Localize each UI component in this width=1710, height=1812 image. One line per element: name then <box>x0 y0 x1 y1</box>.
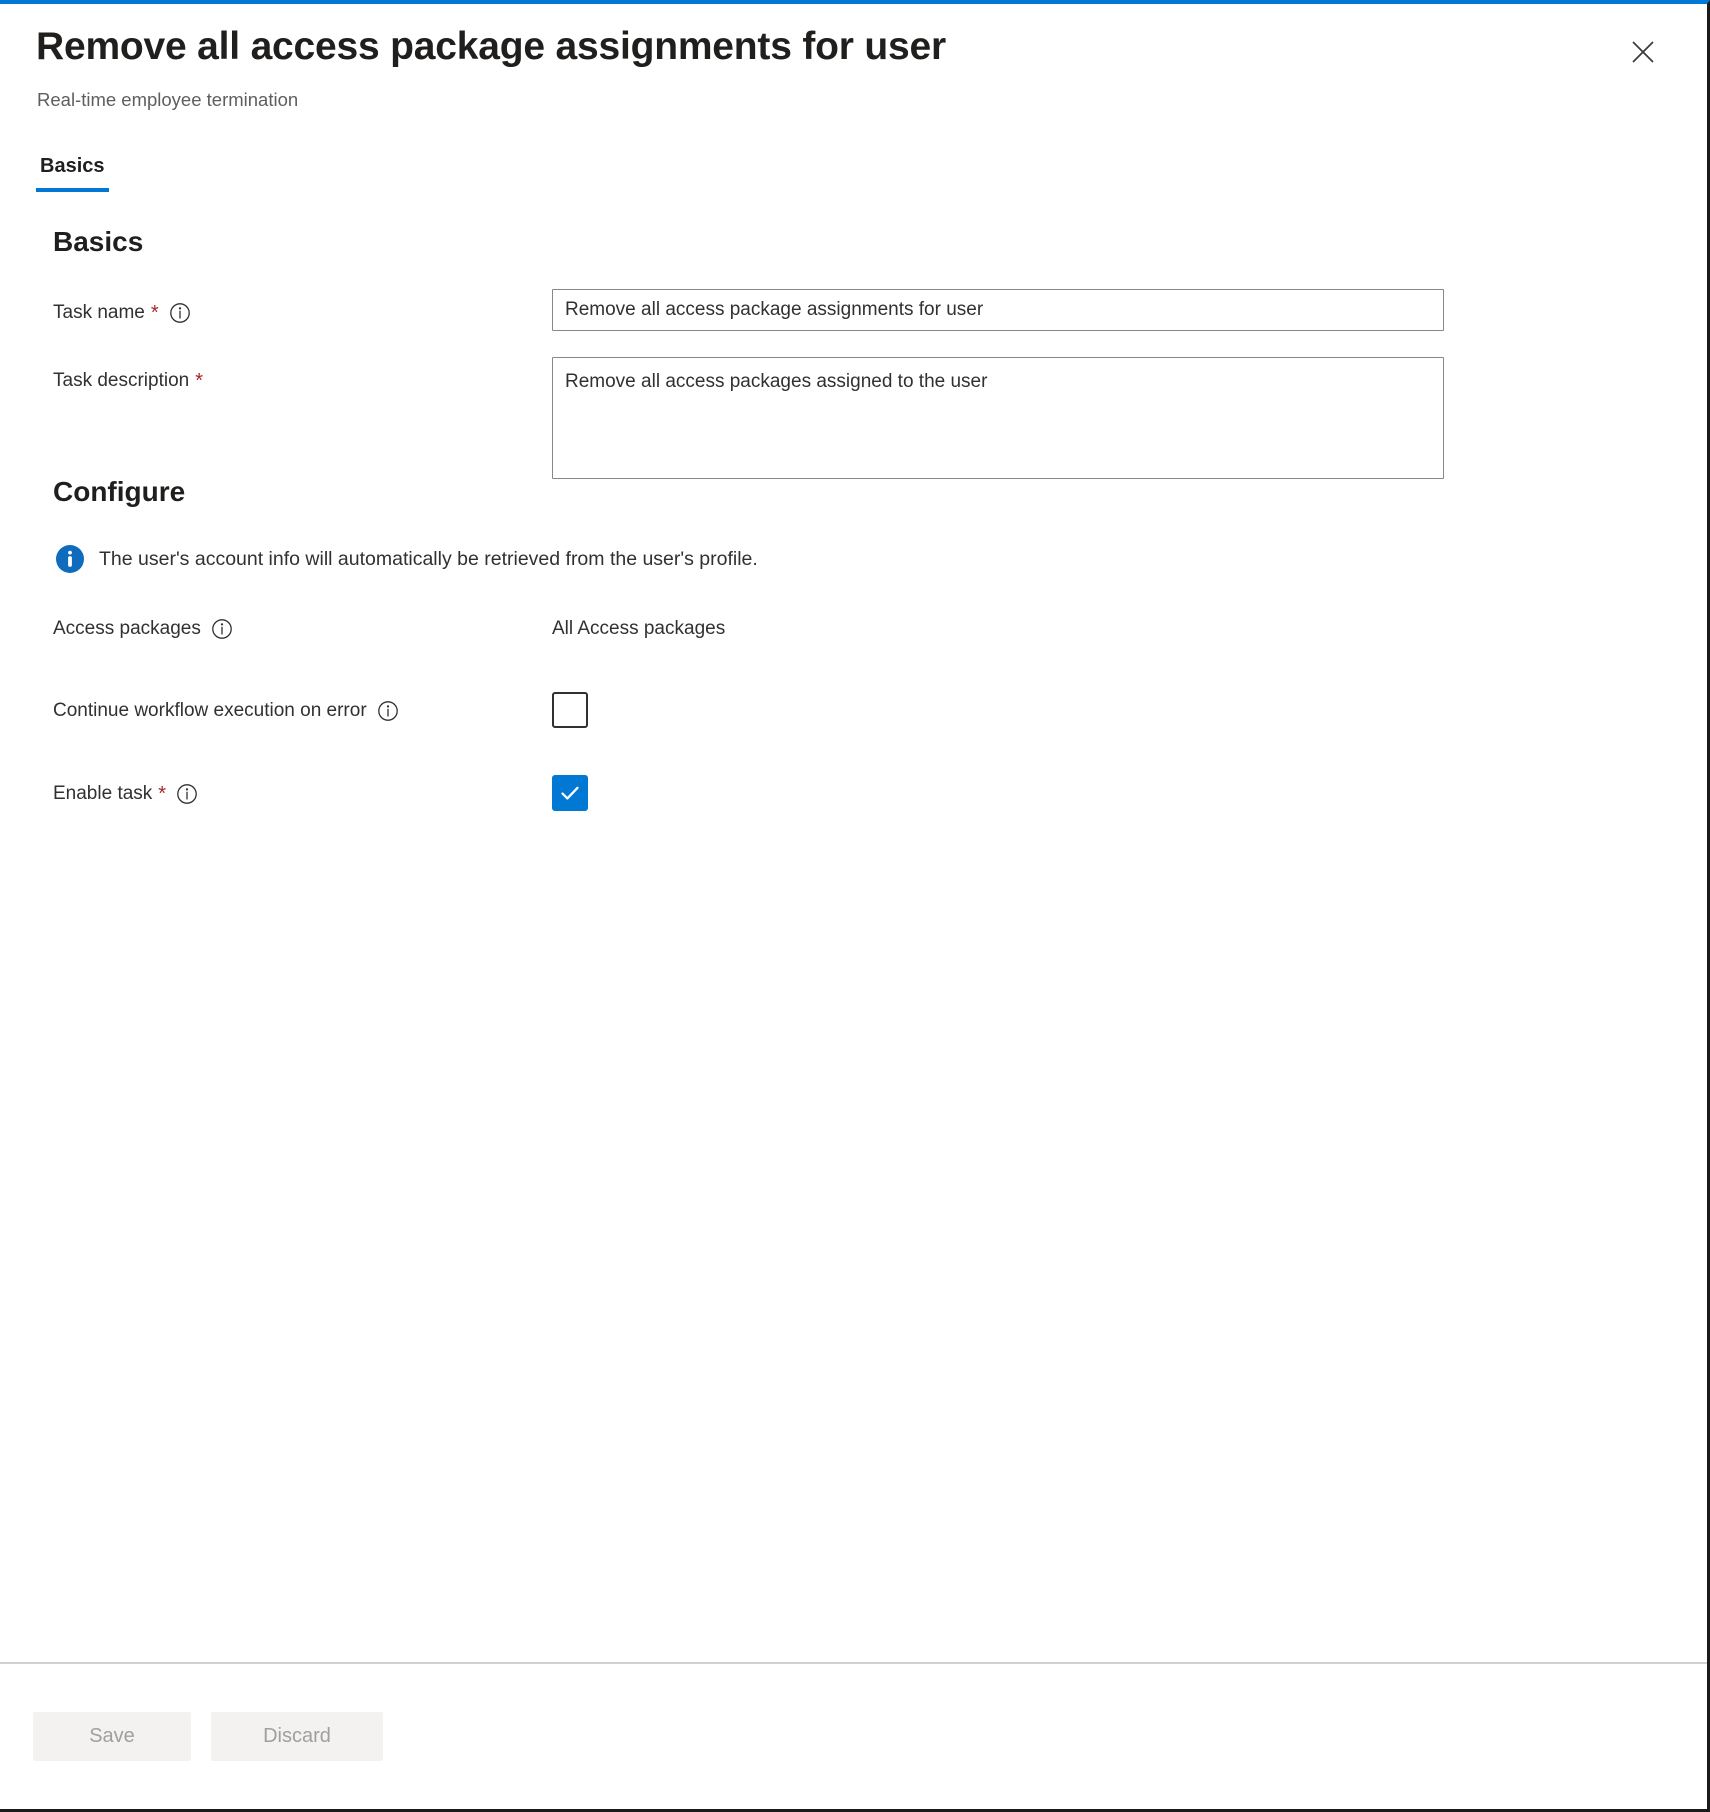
required-indicator: * <box>195 370 204 392</box>
field-task-description <box>552 357 1444 484</box>
close-icon <box>1630 39 1656 65</box>
blade-footer: Save Discard <box>0 1662 1707 1809</box>
field-row-continue-on-error: Continue workflow execution on error <box>53 698 399 724</box>
close-button[interactable] <box>1619 28 1667 76</box>
blade-panel: Remove all access package assignments fo… <box>0 0 1710 1812</box>
access-packages-label: Access packages <box>53 616 233 642</box>
info-circle-icon[interactable] <box>176 783 198 805</box>
access-packages-label-text: Access packages <box>53 618 201 639</box>
info-banner-text: The user's account info will automatical… <box>99 548 758 570</box>
blade-content: Basics Task name * Task descript <box>0 216 1707 1661</box>
continue-on-error-label-text: Continue workflow execution on error <box>53 700 367 721</box>
continue-on-error-checkbox[interactable] <box>552 692 588 728</box>
section-heading-basics: Basics <box>53 226 144 257</box>
task-name-label-text: Task name <box>53 302 145 323</box>
task-name-input[interactable] <box>552 289 1444 331</box>
field-row-task-description: Task description * <box>53 368 203 394</box>
discard-button[interactable]: Discard <box>211 1712 383 1761</box>
save-button[interactable]: Save <box>33 1712 191 1761</box>
checkmark-icon <box>558 781 582 805</box>
info-circle-icon[interactable] <box>169 302 191 324</box>
field-row-task-name: Task name * <box>53 300 191 326</box>
field-row-enable-task: Enable task * <box>53 781 198 807</box>
field-task-name <box>552 289 1444 331</box>
field-row-access-packages: Access packages <box>53 616 233 642</box>
enable-task-checkbox[interactable] <box>552 775 588 811</box>
footer-button-group: Save Discard <box>33 1712 383 1761</box>
page-title: Remove all access package assignments fo… <box>36 25 946 68</box>
info-filled-icon <box>55 544 85 574</box>
enable-task-label: Enable task * <box>53 781 198 807</box>
required-indicator: * <box>150 302 159 324</box>
info-banner: The user's account info will automatical… <box>55 544 758 574</box>
task-description-label-text: Task description <box>53 370 190 391</box>
continue-on-error-label: Continue workflow execution on error <box>53 698 399 724</box>
required-indicator: * <box>158 783 167 805</box>
page-subtitle: Real-time employee termination <box>37 89 299 110</box>
info-circle-icon[interactable] <box>211 618 233 640</box>
task-description-label: Task description * <box>53 368 203 394</box>
tab-basics[interactable]: Basics <box>36 152 109 192</box>
blade-header: Remove all access package assignments fo… <box>0 4 1707 144</box>
info-circle-icon[interactable] <box>377 700 399 722</box>
access-packages-value: All Access packages <box>552 618 726 639</box>
task-description-textarea[interactable] <box>552 357 1444 479</box>
section-heading-configure: Configure <box>53 476 186 507</box>
enable-task-label-text: Enable task <box>53 783 153 804</box>
tab-strip: Basics <box>36 152 109 192</box>
task-name-label: Task name * <box>53 300 191 326</box>
